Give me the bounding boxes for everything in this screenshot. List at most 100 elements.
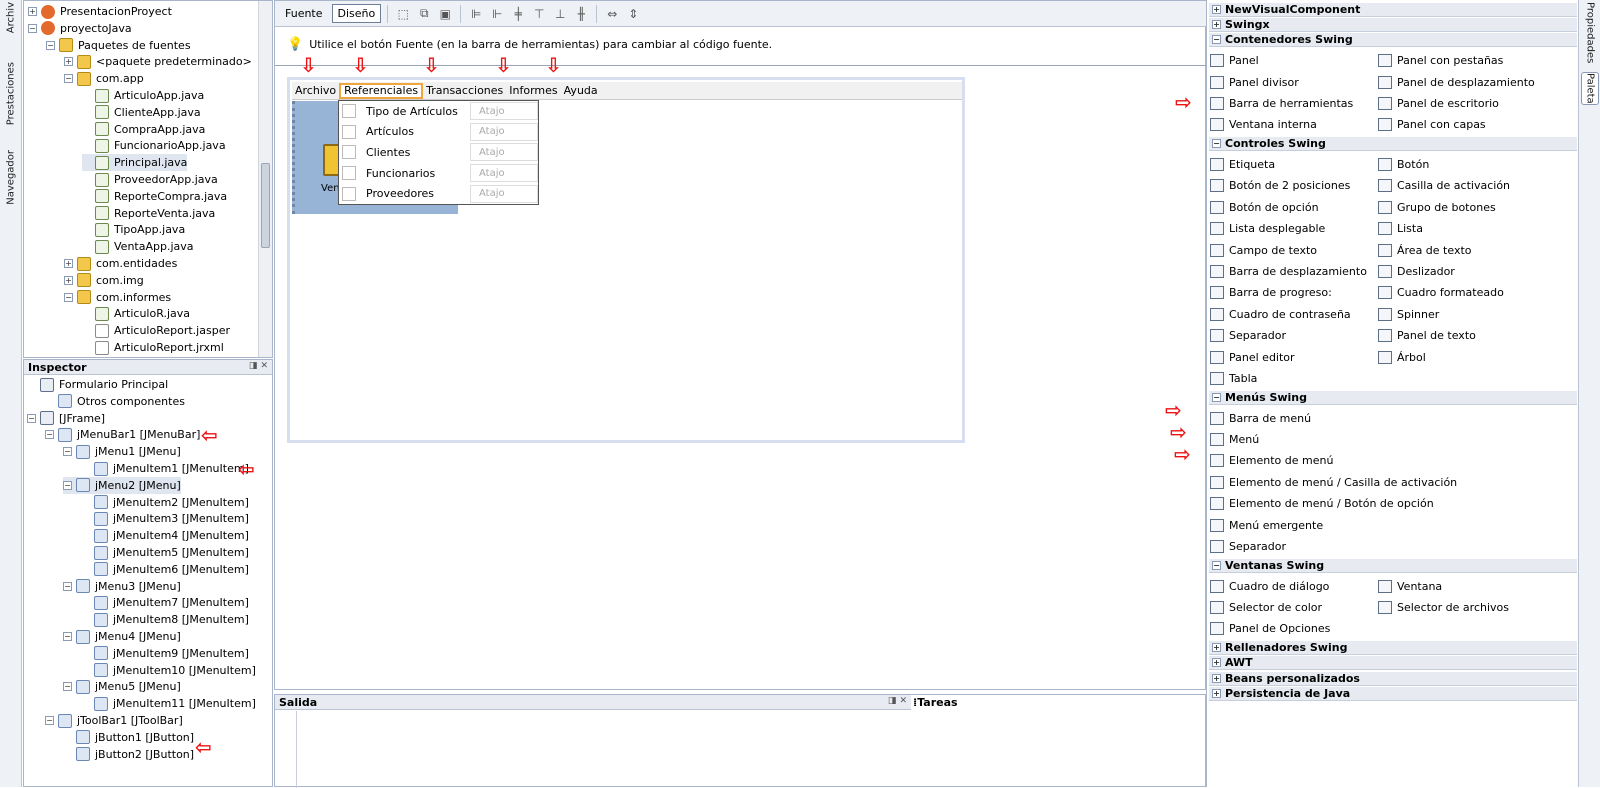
- palette-item[interactable]: Etiqueta: [1210, 155, 1275, 173]
- expand-toggle-icon[interactable]: +: [1212, 643, 1221, 653]
- jframe-form[interactable]: Archivo Referenciales Transacciones Info…: [287, 77, 965, 443]
- tree-row[interactable]: − jMenu2 [JMenu]: [63, 476, 181, 494]
- palette-item[interactable]: Selector de color: [1210, 598, 1322, 616]
- shortcut-field[interactable]: Atajo: [470, 184, 538, 203]
- tree-row[interactable]: + PresentacionProyect: [28, 3, 172, 20]
- palette-item[interactable]: Panel: [1210, 52, 1259, 70]
- expand-toggle-icon[interactable]: +: [28, 7, 37, 16]
- align-right-icon[interactable]: ⊩: [488, 5, 506, 23]
- expand-toggle-icon[interactable]: −: [1212, 139, 1221, 149]
- expand-toggle-icon[interactable]: −: [63, 447, 72, 457]
- expand-toggle-icon[interactable]: −: [63, 581, 72, 591]
- palette-item[interactable]: Tabla: [1210, 369, 1257, 387]
- tab-paleta[interactable]: Paleta: [1581, 72, 1599, 105]
- menu-ayuda[interactable]: Ayuda: [561, 83, 601, 99]
- tree-row[interactable]: ArticuloR.java: [82, 305, 190, 322]
- palette-item[interactable]: Botón de opción: [1210, 198, 1319, 216]
- selection-mode-icon[interactable]: ⬚: [394, 5, 412, 23]
- tree-row[interactable]: − jMenu1 [JMenu]: [63, 443, 181, 460]
- tree-row[interactable]: jMenuItem9 [JMenuItem]: [81, 645, 249, 662]
- tree-row[interactable]: − jMenuBar1 [JMenuBar]: [45, 426, 200, 443]
- palette-item[interactable]: Área de texto: [1378, 241, 1472, 259]
- palette-item[interactable]: Elemento de menú / Casilla de activación: [1210, 473, 1457, 491]
- tree-row[interactable]: − jMenu4 [JMenu]: [63, 628, 181, 645]
- tree-row[interactable]: ArticuloApp.java: [82, 87, 204, 104]
- tree-row[interactable]: jMenuItem6 [JMenuItem]: [81, 561, 249, 578]
- connection-mode-icon[interactable]: ⧉: [415, 5, 433, 23]
- menu-archivo[interactable]: Archivo: [292, 83, 339, 99]
- resize-vertical-icon[interactable]: ⇕: [624, 5, 642, 23]
- expand-toggle-icon[interactable]: +: [64, 57, 73, 67]
- tree-row[interactable]: jButton2 [JButton]: [63, 746, 194, 763]
- palette-item[interactable]: Panel de desplazamiento: [1378, 73, 1535, 91]
- tree-row[interactable]: TipoApp.java: [82, 221, 185, 238]
- palette-category[interactable]: + AWT: [1209, 656, 1577, 671]
- tree-row[interactable]: jMenuItem10 [JMenuItem]: [81, 662, 256, 679]
- expand-toggle-icon[interactable]: −: [63, 632, 72, 641]
- projects-scrollbar[interactable]: [258, 1, 272, 357]
- tree-row[interactable]: FuncionarioApp.java: [82, 137, 226, 154]
- scrollbar-thumb[interactable]: [261, 163, 270, 248]
- palette-item[interactable]: Barra de herramientas: [1210, 94, 1353, 112]
- palette-item[interactable]: Ventana interna: [1210, 116, 1317, 134]
- palette-item[interactable]: Barra de progreso:: [1210, 284, 1332, 302]
- expand-toggle-icon[interactable]: +: [1212, 673, 1221, 683]
- shortcut-field[interactable]: Atajo: [470, 164, 538, 183]
- shortcut-field[interactable]: Atajo: [470, 143, 538, 162]
- palette-category[interactable]: + Persistencia de Java: [1209, 686, 1577, 701]
- tree-row[interactable]: Formulario Principal: [27, 376, 168, 393]
- tree-row[interactable]: − jMenu5 [JMenu]: [63, 678, 181, 695]
- palette-item[interactable]: Separador: [1210, 537, 1286, 555]
- expand-toggle-icon[interactable]: −: [45, 716, 54, 725]
- dropdown-item[interactable]: Clientes Atajo: [339, 142, 538, 163]
- tree-row[interactable]: jMenuItem3 [JMenuItem]: [81, 510, 249, 527]
- expand-toggle-icon[interactable]: −: [1212, 392, 1221, 402]
- tree-row[interactable]: Otros componentes: [45, 393, 185, 410]
- center-vertical-icon[interactable]: ╫: [572, 5, 590, 23]
- palette-item[interactable]: Cuadro de diálogo: [1210, 577, 1329, 595]
- tree-row[interactable]: ArticuloReport.jasper: [82, 322, 230, 339]
- dropdown-item[interactable]: Funcionarios Atajo: [339, 163, 538, 184]
- tree-row[interactable]: ReporteCompra.java: [82, 188, 227, 205]
- tab-archivos[interactable]: Archiv: [2, 2, 20, 33]
- tree-row[interactable]: ProveedorApp.java: [82, 171, 218, 188]
- tree-row[interactable]: VentaApp.java: [82, 238, 194, 255]
- palette-item[interactable]: Árbol: [1378, 348, 1426, 366]
- palette-item[interactable]: Menú emergente: [1210, 516, 1323, 534]
- tree-row[interactable]: − jToolBar1 [JToolBar]: [45, 712, 183, 729]
- palette-item[interactable]: Botón de 2 posiciones: [1210, 177, 1350, 195]
- menu-referenciales[interactable]: Referenciales: [339, 82, 424, 99]
- resize-horizontal-icon[interactable]: ⇔: [603, 5, 621, 23]
- tree-row[interactable]: − [JFrame]: [27, 410, 105, 427]
- tree-row[interactable]: − jMenu3 [JMenu]: [63, 578, 181, 595]
- tab-prestaciones[interactable]: Prestaciones: [2, 62, 20, 125]
- tree-row[interactable]: jButton1 [JButton]: [63, 729, 194, 746]
- tree-row[interactable]: ReporteVenta.java: [82, 205, 215, 222]
- palette-item[interactable]: Panel de texto: [1378, 327, 1476, 345]
- palette-item[interactable]: Panel de Opciones: [1210, 620, 1330, 638]
- tab-propiedades[interactable]: Propiedades: [1581, 2, 1599, 63]
- expand-toggle-icon[interactable]: +: [1212, 20, 1221, 30]
- source-tab-button[interactable]: Fuente: [279, 4, 329, 23]
- panel-window-buttons[interactable]: ◨ ✕: [249, 361, 268, 371]
- palette-category[interactable]: − Menús Swing: [1209, 390, 1577, 405]
- align-left-icon[interactable]: ⊫: [467, 5, 485, 23]
- palette-item[interactable]: Separador: [1210, 327, 1286, 345]
- expand-toggle-icon[interactable]: −: [1212, 35, 1221, 45]
- tree-row[interactable]: jMenuItem4 [JMenuItem]: [81, 527, 249, 544]
- tree-row[interactable]: − com.app: [64, 70, 144, 87]
- menu-transacciones[interactable]: Transacciones: [423, 83, 506, 99]
- palette-item[interactable]: Grupo de botones: [1378, 198, 1496, 216]
- palette-category[interactable]: − Controles Swing: [1209, 137, 1577, 152]
- dropdown-item[interactable]: Tipo de Artículos Atajo: [339, 101, 538, 122]
- output-title[interactable]: Salida: [279, 696, 317, 709]
- palette-item[interactable]: Panel con capas: [1378, 116, 1486, 134]
- expand-toggle-icon[interactable]: +: [1212, 5, 1221, 14]
- tree-row[interactable]: jMenuItem2 [JMenuItem]: [81, 494, 249, 511]
- tareas-tab[interactable]: ⁞ Tareas: [913, 695, 958, 710]
- palette-category[interactable]: − Ventanas Swing: [1209, 558, 1577, 573]
- tree-row[interactable]: + com.entidades: [64, 255, 177, 272]
- palette-item[interactable]: Elemento de menú / Botón de opción: [1210, 495, 1434, 513]
- palette-item[interactable]: Deslizador: [1378, 262, 1455, 280]
- dropdown-item[interactable]: Artículos Atajo: [339, 122, 538, 143]
